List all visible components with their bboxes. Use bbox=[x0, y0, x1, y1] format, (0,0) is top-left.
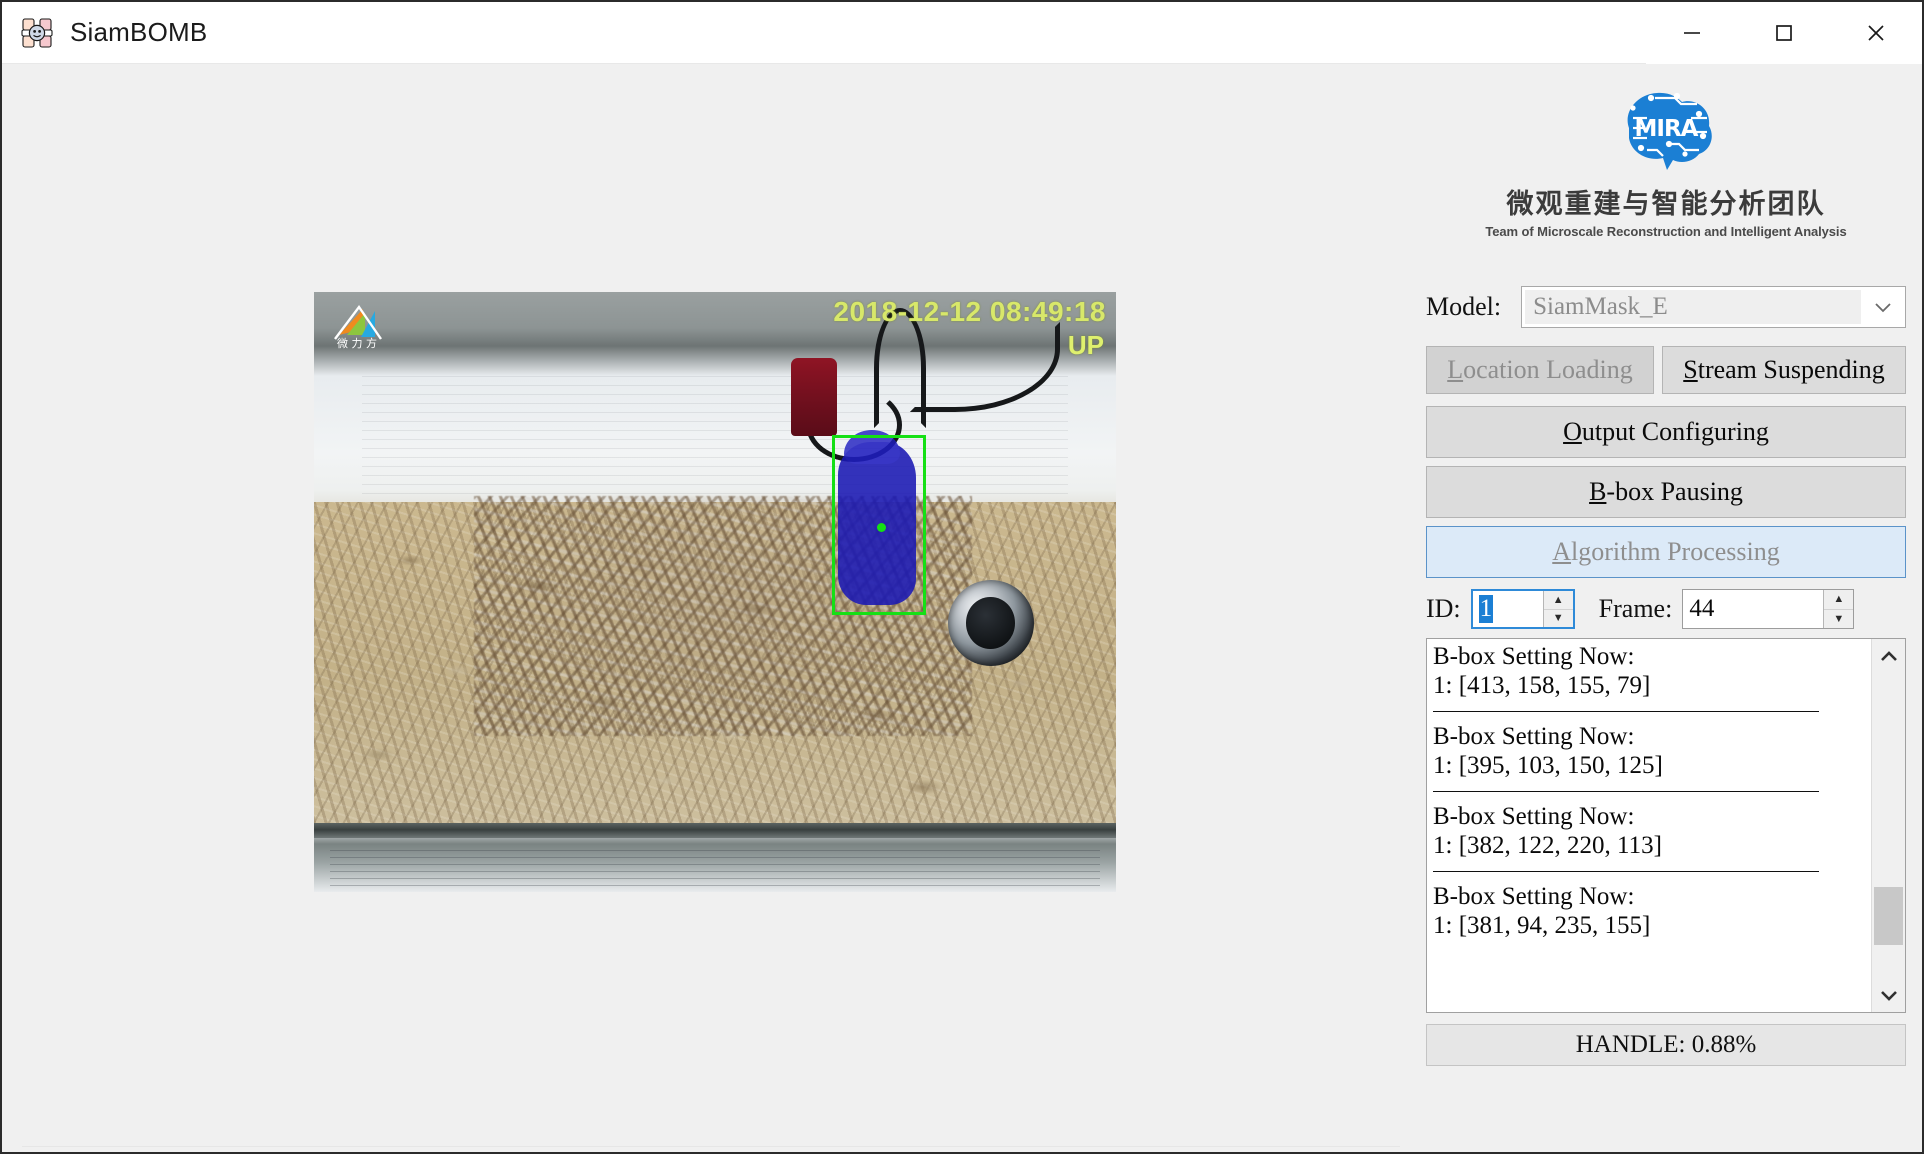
chevron-left-icon[interactable]: ❮ bbox=[22, 1147, 74, 1153]
minimize-icon bbox=[1684, 31, 1700, 34]
frame-label: Frame: bbox=[1598, 594, 1673, 623]
frame-value: 44 bbox=[1689, 595, 1715, 622]
output-configuring-label: utput Configuring bbox=[1581, 417, 1769, 446]
brand-block: MIRA 微观重建与智能分析团队 Team of Microscale Reco… bbox=[1408, 84, 1922, 239]
log-separator bbox=[1433, 871, 1819, 872]
brand-name-en: Team of Microscale Reconstruction and In… bbox=[1485, 224, 1847, 239]
control-panel: MIRA 微观重建与智能分析团队 Team of Microscale Reco… bbox=[1408, 64, 1922, 1152]
model-row: Model: SiamMask_E bbox=[1426, 286, 1906, 328]
chevron-down-icon[interactable] bbox=[1872, 978, 1905, 1012]
frame-stepper-arrows[interactable]: ▲ ▼ bbox=[1823, 590, 1854, 629]
maximize-button[interactable] bbox=[1738, 2, 1830, 64]
svg-text:微 力 方: 微 力 方 bbox=[337, 336, 377, 349]
algorithm-processing-accel: A bbox=[1552, 537, 1572, 566]
id-stepper[interactable]: 1 ▲ ▼ bbox=[1470, 589, 1575, 629]
chevron-down-icon[interactable] bbox=[1861, 287, 1905, 327]
log-entry-value: 1: [395, 103, 150, 125] bbox=[1433, 751, 1663, 779]
stream-suspending-accel: S bbox=[1683, 355, 1698, 384]
frame-input[interactable]: 44 bbox=[1683, 590, 1823, 628]
log-entry-value: 1: [381, 94, 235, 155] bbox=[1433, 911, 1651, 939]
bbox-pausing-accel: B bbox=[1589, 477, 1607, 506]
bbox-pausing-label: -box Pausing bbox=[1606, 477, 1743, 506]
log-entry-value: 1: [413, 158, 155, 79] bbox=[1433, 671, 1651, 699]
frame-increment-icon[interactable]: ▲ bbox=[1824, 590, 1854, 610]
output-configuring-button[interactable]: Output Configuring bbox=[1426, 406, 1906, 458]
status-bar: HANDLE: 0.88% bbox=[1426, 1024, 1906, 1066]
stream-suspending-label: tream Suspending bbox=[1697, 355, 1885, 384]
close-button[interactable] bbox=[1830, 2, 1922, 64]
frame-stepper[interactable]: 44 ▲ ▼ bbox=[1682, 589, 1855, 629]
window-controls bbox=[1646, 2, 1922, 64]
bbox-pausing-button[interactable]: B -box Pausing bbox=[1426, 466, 1906, 518]
svg-text:MIRA: MIRA bbox=[1635, 116, 1699, 142]
log-entry: B-box Setting Now: 1: [395, 103, 150, 12… bbox=[1433, 723, 1863, 780]
counter-row: ID: 1 ▲ ▼ Frame: 44 ▲ ▼ bbox=[1426, 588, 1906, 630]
bomb-icon bbox=[20, 16, 54, 50]
stream-suspending-button[interactable]: Stream Suspending bbox=[1662, 346, 1906, 394]
log-separator bbox=[1433, 711, 1819, 712]
video-panel: 微 力 方 2018-12-12 08:49:18 UP ❮ ❯ bbox=[4, 64, 1408, 1152]
log-entry: B-box Setting Now: 1: [413, 158, 155, 79… bbox=[1433, 643, 1863, 700]
horizontal-scrollbar-track[interactable] bbox=[74, 1147, 1348, 1153]
log-entry-value: 1: [382, 122, 220, 113] bbox=[1433, 831, 1662, 859]
model-select[interactable]: SiamMask_E bbox=[1521, 286, 1906, 328]
id-increment-icon[interactable]: ▲ bbox=[1543, 591, 1573, 610]
output-configuring-accel: O bbox=[1563, 417, 1582, 446]
close-icon bbox=[1868, 24, 1884, 41]
log-scrollbar-thumb[interactable] bbox=[1874, 887, 1903, 945]
minimize-button[interactable] bbox=[1646, 2, 1738, 64]
maximize-icon bbox=[1776, 24, 1792, 41]
video-camera-label: UP bbox=[1067, 330, 1104, 360]
cage-rail bbox=[314, 823, 1116, 838]
location-loading-button[interactable]: Location Loading bbox=[1426, 346, 1654, 394]
log-separator bbox=[1433, 791, 1819, 792]
algorithm-processing-button[interactable]: Algorithm Processing bbox=[1426, 526, 1906, 578]
chevron-right-icon[interactable]: ❯ bbox=[1348, 1147, 1400, 1153]
metal-cylinder bbox=[947, 580, 1034, 666]
brand-name-cn: 微观重建与智能分析团队 bbox=[1506, 189, 1826, 219]
model-label: Model: bbox=[1426, 292, 1502, 321]
id-decrement-icon[interactable]: ▼ bbox=[1544, 610, 1573, 628]
device-body bbox=[791, 358, 838, 436]
status-text: HANDLE: 0.88% bbox=[1575, 1031, 1757, 1058]
background-paper-text-bottom bbox=[330, 850, 1100, 892]
chevron-up-icon[interactable] bbox=[1872, 639, 1905, 673]
channel-watermark-icon: 微 力 方 bbox=[333, 303, 385, 350]
window-title: SiamBOMB bbox=[70, 17, 208, 47]
log-scrollbar[interactable] bbox=[1871, 639, 1905, 1012]
log-entry-header: B-box Setting Now: bbox=[1433, 803, 1635, 830]
horizontal-scrollbar[interactable]: ❮ ❯ bbox=[22, 1146, 1400, 1153]
log-entry-header: B-box Setting Now: bbox=[1433, 723, 1635, 750]
log-panel[interactable]: B-box Setting Now: 1: [413, 158, 155, 79… bbox=[1426, 638, 1906, 1013]
algorithm-processing-label: lgorithm Processing bbox=[1571, 537, 1780, 566]
location-loading-accel: L bbox=[1447, 355, 1464, 384]
id-value: 1 bbox=[1478, 595, 1494, 623]
app-window: SiamBOMB 微 力 方 2018-12-12 08:49:18 UP MI… bbox=[0, 0, 1924, 1154]
log-entry: B-box Setting Now: 1: [382, 122, 220, 11… bbox=[1433, 803, 1863, 860]
mira-brain-logo-icon: MIRA bbox=[1607, 84, 1725, 176]
id-input[interactable]: 1 bbox=[1473, 591, 1543, 627]
id-label: ID: bbox=[1426, 594, 1461, 623]
video-display[interactable]: 微 力 方 2018-12-12 08:49:18 UP bbox=[314, 292, 1116, 892]
tracking-center-point bbox=[877, 523, 886, 532]
log-scrollbar-track[interactable] bbox=[1872, 673, 1905, 978]
video-timestamp: 2018-12-12 08:49:18 bbox=[833, 296, 1106, 327]
log-entry: B-box Setting Now: 1: [381, 94, 235, 155… bbox=[1433, 883, 1863, 940]
frame-decrement-icon[interactable]: ▼ bbox=[1824, 610, 1853, 629]
title-bar: SiamBOMB bbox=[2, 2, 1922, 64]
location-loading-label: ocation Loading bbox=[1463, 355, 1633, 384]
log-content: B-box Setting Now: 1: [413, 158, 155, 79… bbox=[1427, 639, 1871, 1012]
model-selected-value: SiamMask_E bbox=[1525, 290, 1861, 324]
id-stepper-arrows[interactable]: ▲ ▼ bbox=[1542, 591, 1573, 628]
log-entry-header: B-box Setting Now: bbox=[1433, 883, 1635, 910]
log-entry-header: B-box Setting Now: bbox=[1433, 643, 1635, 670]
